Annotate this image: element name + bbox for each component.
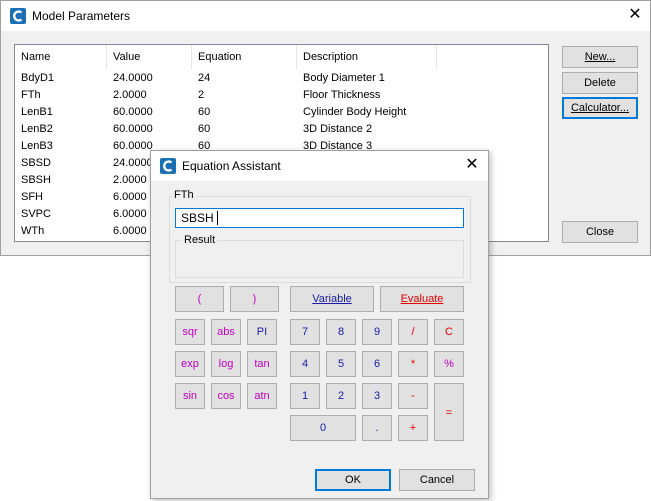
cell-name: SBSH [21, 174, 51, 186]
cell-value: 2.0000 [113, 89, 147, 101]
cell-name: SFH [21, 191, 43, 203]
variable-button[interactable]: Variable [290, 286, 374, 312]
cell-equation: 60 [198, 123, 211, 135]
cancel-button[interactable]: Cancel [399, 469, 475, 491]
column-header-value[interactable]: Value [107, 45, 192, 69]
cell-value: 6.0000 [113, 225, 147, 237]
cell-equation: 60 [198, 106, 211, 118]
cell-name: WTh [21, 225, 45, 237]
equation-input[interactable]: SBSH [175, 208, 464, 228]
cell-name: BdyD1 [21, 72, 55, 84]
divide-key[interactable]: / [398, 319, 428, 345]
variable-button-label: Variable [312, 293, 352, 305]
cell-name: SBSD [21, 157, 51, 169]
dialog-title: Equation Assistant [182, 159, 281, 173]
cell-value: 2.0000 [113, 174, 147, 186]
evaluate-button[interactable]: Evaluate [380, 286, 464, 312]
new-button[interactable]: New... [562, 46, 638, 68]
close-icon[interactable]: ✕ [463, 157, 481, 175]
digit-4-key[interactable]: 4 [290, 351, 320, 377]
new-button-label: New... [584, 51, 616, 63]
delete-button-label: Delete [584, 77, 616, 89]
cell-description: Floor Thickness [303, 89, 381, 101]
cell-value: 60.0000 [113, 140, 153, 152]
cell-equation: 24 [198, 72, 211, 84]
cell-name: FTh [21, 89, 41, 101]
cell-value: 6.0000 [113, 208, 147, 220]
text-cursor [216, 211, 218, 225]
cell-name: LenB3 [21, 140, 53, 152]
equation-input-value: SBSH [181, 211, 214, 225]
result-label: Result [182, 234, 218, 246]
close-icon[interactable]: ✕ [626, 7, 644, 25]
cell-value: 6.0000 [113, 191, 147, 203]
close-button[interactable]: Close [562, 221, 638, 243]
cell-value: 60.0000 [113, 123, 153, 135]
digit-2-key[interactable]: 2 [326, 383, 356, 409]
calculator-button-label: Calculator... [570, 102, 630, 114]
digit-7-key[interactable]: 7 [290, 319, 320, 345]
digit-1-key[interactable]: 1 [290, 383, 320, 409]
cell-value: 60.0000 [113, 106, 153, 118]
atn-key[interactable]: atn [247, 383, 277, 409]
decimal-key[interactable]: . [362, 415, 392, 441]
delete-button[interactable]: Delete [562, 72, 638, 94]
calculator-button[interactable]: Calculator... [562, 97, 638, 119]
digit-6-key[interactable]: 6 [362, 351, 392, 377]
model-parameters-titlebar: Model Parameters ✕ [1, 1, 650, 31]
cell-equation: 2 [198, 89, 205, 101]
cell-value: 24.0000 [113, 72, 153, 84]
digit-5-key[interactable]: 5 [326, 351, 356, 377]
sin-key[interactable]: sin [175, 383, 205, 409]
app-logo-icon [10, 8, 26, 24]
log-key[interactable]: log [211, 351, 241, 377]
pi-key[interactable]: PI [247, 319, 277, 345]
cell-value: 24.0000 [113, 157, 153, 169]
sqr-key[interactable]: sqr [175, 319, 205, 345]
tan-key[interactable]: tan [247, 351, 277, 377]
cos-key[interactable]: cos [211, 383, 241, 409]
exp-key[interactable]: exp [175, 351, 205, 377]
cell-description: Body Diameter 1 [303, 72, 385, 84]
minus-key[interactable]: - [398, 383, 428, 409]
app-logo-icon [160, 158, 176, 174]
plus-key[interactable]: + [398, 415, 428, 441]
result-box [175, 240, 464, 278]
right-paren-key[interactable]: ) [230, 286, 279, 312]
digit-8-key[interactable]: 8 [326, 319, 356, 345]
column-header-name[interactable]: Name [15, 45, 107, 69]
cell-name: SVPC [21, 208, 51, 220]
digit-9-key[interactable]: 9 [362, 319, 392, 345]
cell-name: LenB2 [21, 123, 53, 135]
evaluate-button-label: Evaluate [400, 293, 444, 305]
column-header-equation[interactable]: Equation [192, 45, 297, 69]
group-label: FTh [172, 189, 196, 201]
percent-key[interactable]: % [434, 351, 464, 377]
column-header-description[interactable]: Description [297, 45, 437, 69]
multiply-key[interactable]: * [398, 351, 428, 377]
cell-description: 3D Distance 2 [303, 123, 373, 135]
digit-3-key[interactable]: 3 [362, 383, 392, 409]
close-button-label: Close [585, 226, 615, 238]
left-paren-key[interactable]: ( [175, 286, 224, 312]
equation-assistant-dialog: Equation Assistant ✕ FTh SBSH Result ( )… [150, 150, 489, 499]
abs-key[interactable]: abs [211, 319, 241, 345]
clear-key[interactable]: C [434, 319, 464, 345]
digit-0-key[interactable]: 0 [290, 415, 356, 441]
window-title: Model Parameters [32, 9, 131, 23]
cell-name: LenB1 [21, 106, 53, 118]
equation-assistant-titlebar: Equation Assistant ✕ [151, 151, 488, 181]
cell-description: Cylinder Body Height [303, 106, 407, 118]
equals-key[interactable]: = [434, 383, 464, 441]
ok-button[interactable]: OK [315, 469, 391, 491]
